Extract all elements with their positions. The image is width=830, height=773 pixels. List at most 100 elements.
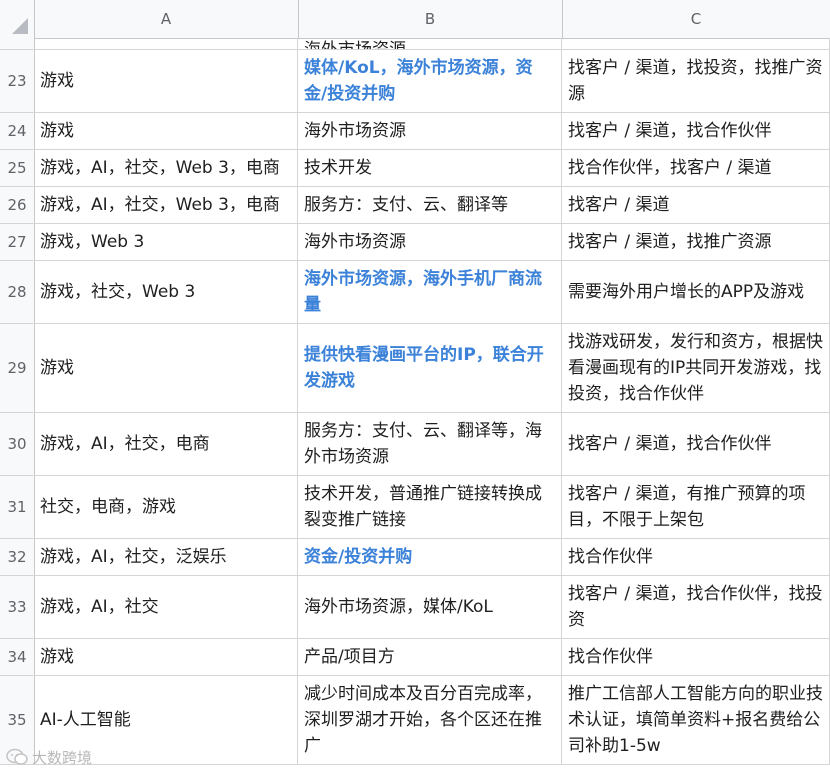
cell-a[interactable]: 游戏	[34, 50, 298, 112]
cell-a[interactable]: 游戏	[34, 324, 298, 412]
table-row: 27 游戏，Web 3 海外市场资源 找客户 / 渠道，找推广资源	[0, 224, 830, 261]
spreadsheet: A B C 海外市场资源 23游戏媒体/KoL，海外市场资源，资金/投资并购找客…	[0, 0, 830, 773]
cell-b-text: 媒体/KoL，海外市场资源，资金/投资并购	[304, 58, 533, 104]
table-row: 30 游戏，AI，社交，电商 服务方：支付、云、翻译等，海外市场资源 找客户 / 渠道…	[0, 413, 830, 476]
row-number	[0, 38, 35, 49]
cell-c[interactable]: 找合作伙伴	[562, 639, 830, 675]
row-number[interactable]: 24	[0, 113, 35, 149]
cell-b[interactable]: 技术开发，普通推广链接转换成裂变推广链接	[298, 476, 562, 538]
cell-a-text: AI-人工智能	[40, 710, 131, 730]
table-row-partial: 海外市场资源	[0, 38, 830, 50]
cell-b[interactable]: 媒体/KoL，海外市场资源，资金/投资并购	[298, 50, 562, 112]
column-header-b[interactable]: B	[298, 0, 563, 38]
cell-b-text: 提供快看漫画平台的IP，联合开发游戏	[304, 345, 544, 391]
cell-c[interactable]: 找合作伙伴，找客户 / 渠道	[562, 150, 830, 186]
table-row: 26 游戏，AI，社交，Web 3，电商 服务方：支付、云、翻译等 找客户 / 渠道	[0, 187, 830, 224]
cell-c[interactable]: 找客户 / 渠道，找合作伙伴，找投资	[562, 576, 830, 638]
select-all-corner[interactable]	[0, 0, 35, 38]
cell-b-text: 技术开发	[304, 158, 372, 178]
cell-a-text: 游戏	[40, 121, 74, 141]
cell-c-text: 找客户 / 渠道，找合作伙伴	[568, 434, 772, 454]
cell-c[interactable]: 找客户 / 渠道，有推广预算的项目，不限于上架包	[562, 476, 830, 538]
cell-c[interactable]: 推广工信部人工智能方向的职业技术认证，填简单资料+报名费给公司补助1-5w	[562, 676, 830, 764]
cell-a[interactable]: 游戏，AI，社交，泛娱乐	[34, 539, 298, 575]
row-number[interactable]: 33	[0, 576, 35, 638]
table-row: 25 游戏，AI，社交，Web 3，电商 技术开发 找合作伙伴，找客户 / 渠道	[0, 150, 830, 187]
cell-b[interactable]: 服务方：支付、云、翻译等	[298, 187, 562, 223]
cell-b-text: 海外市场资源，海外手机厂商流量	[304, 269, 542, 315]
cell-c-text: 找客户 / 渠道，找投资，找推广资源	[568, 58, 823, 104]
cell-c[interactable]: 找合作伙伴	[562, 539, 830, 575]
cell-c[interactable]: 找游戏研发，发行和资方，根据快看漫画现有的IP共同开发游戏，找投资，找合作伙伴	[562, 324, 830, 412]
cell-a[interactable]	[34, 38, 298, 49]
cell-a-text: 社交，电商，游戏	[40, 497, 176, 517]
cell-b-text: 海外市场资源	[304, 232, 406, 252]
cell-b-text: 产品/项目方	[304, 647, 395, 667]
select-all-triangle-icon	[12, 18, 28, 34]
cell-a[interactable]: 游戏，Web 3	[34, 224, 298, 260]
cell-b[interactable]: 技术开发	[298, 150, 562, 186]
table-row: 23 游戏 媒体/KoL，海外市场资源，资金/投资并购 找客户 / 渠道，找投资，找推…	[0, 50, 830, 113]
row-number[interactable]: 26	[0, 187, 35, 223]
cell-b-text: 技术开发，普通推广链接转换成裂变推广链接	[304, 484, 542, 530]
cell-a[interactable]: 游戏，社交，Web 3	[34, 261, 298, 323]
row-number[interactable]: 31	[0, 476, 35, 538]
table-row: 32 游戏，AI，社交，泛娱乐 资金/投资并购 找合作伙伴	[0, 539, 830, 576]
cell-a-text: 游戏，AI，社交，Web 3，电商	[40, 195, 280, 215]
cell-b-text: 服务方：支付、云、翻译等，海外市场资源	[304, 421, 542, 467]
cell-c-text: 找游戏研发，发行和资方，根据快看漫画现有的IP共同开发游戏，找投资，找合作伙伴	[568, 332, 823, 404]
cell-a[interactable]: 游戏	[34, 113, 298, 149]
table-row: 28 游戏，社交，Web 3 海外市场资源，海外手机厂商流量 需要海外用户增长的APP…	[0, 261, 830, 324]
row-number[interactable]: 28	[0, 261, 35, 323]
column-header-c[interactable]: C	[562, 0, 830, 38]
column-header-a[interactable]: A	[34, 0, 299, 38]
cell-c[interactable]: 找客户 / 渠道	[562, 187, 830, 223]
cell-c[interactable]	[562, 38, 830, 49]
row-number[interactable]: 27	[0, 224, 35, 260]
cell-c-text: 找合作伙伴	[568, 547, 653, 567]
cell-a[interactable]: 社交，电商，游戏	[34, 476, 298, 538]
cell-c[interactable]: 找客户 / 渠道，找合作伙伴	[562, 113, 830, 149]
row-number[interactable]: 34	[0, 639, 35, 675]
wechat-logo-icon	[6, 748, 28, 765]
cell-c-text: 需要海外用户增长的APP及游戏	[568, 282, 805, 302]
row-number[interactable]: 23	[0, 50, 35, 112]
cell-a[interactable]: 游戏	[34, 639, 298, 675]
row-number[interactable]: 32	[0, 539, 35, 575]
cell-b[interactable]: 海外市场资源	[298, 38, 562, 49]
cell-a-text: 游戏，AI，社交，泛娱乐	[40, 547, 227, 567]
cell-b-text: 海外市场资源	[304, 38, 406, 49]
watermark-text: 大数跨境	[32, 748, 93, 767]
cell-c[interactable]: 找客户 / 渠道，找合作伙伴	[562, 413, 830, 475]
cell-b[interactable]: 资金/投资并购	[298, 539, 562, 575]
cell-a-text: 游戏	[40, 358, 74, 378]
cell-a[interactable]: 游戏，AI，社交，Web 3，电商	[34, 187, 298, 223]
cell-b[interactable]: 减少时间成本及百分百完成率，深圳罗湖才开始，各个区还在推广	[298, 676, 562, 764]
cell-b[interactable]: 海外市场资源	[298, 224, 562, 260]
table-row: 33 游戏，AI，社交 海外市场资源，媒体/KoL 找客户 / 渠道，找合作伙伴，找投…	[0, 576, 830, 639]
cell-a[interactable]: 游戏，AI，社交，电商	[34, 413, 298, 475]
cell-a[interactable]: 游戏，AI，社交	[34, 576, 298, 638]
cell-c-text: 找客户 / 渠道	[568, 195, 670, 215]
cell-b[interactable]: 服务方：支付、云、翻译等，海外市场资源	[298, 413, 562, 475]
cell-a-text: 游戏	[40, 647, 74, 667]
cell-b[interactable]: 海外市场资源	[298, 113, 562, 149]
cell-c[interactable]: 找客户 / 渠道，找推广资源	[562, 224, 830, 260]
cell-b[interactable]: 提供快看漫画平台的IP，联合开发游戏	[298, 324, 562, 412]
watermark: 大数跨境	[6, 744, 92, 770]
cell-b-text: 资金/投资并购	[304, 547, 413, 567]
row-number[interactable]: 30	[0, 413, 35, 475]
cell-c-text: 找合作伙伴	[568, 647, 653, 667]
cell-c[interactable]: 找客户 / 渠道，找投资，找推广资源	[562, 50, 830, 112]
cell-c-text: 推广工信部人工智能方向的职业技术认证，填简单资料+报名费给公司补助1-5w	[568, 684, 823, 756]
cell-b[interactable]: 产品/项目方	[298, 639, 562, 675]
cell-c-text: 找客户 / 渠道，找合作伙伴，找投资	[568, 584, 823, 630]
cell-a[interactable]: 游戏，AI，社交，Web 3，电商	[34, 150, 298, 186]
row-number[interactable]: 29	[0, 324, 35, 412]
row-number[interactable]: 25	[0, 150, 35, 186]
cell-b-text: 减少时间成本及百分百完成率，深圳罗湖才开始，各个区还在推广	[304, 684, 542, 756]
cell-b[interactable]: 海外市场资源，媒体/KoL	[298, 576, 562, 638]
cell-c[interactable]: 需要海外用户增长的APP及游戏	[562, 261, 830, 323]
cell-a-text: 游戏，AI，社交，电商	[40, 434, 210, 454]
cell-b[interactable]: 海外市场资源，海外手机厂商流量	[298, 261, 562, 323]
